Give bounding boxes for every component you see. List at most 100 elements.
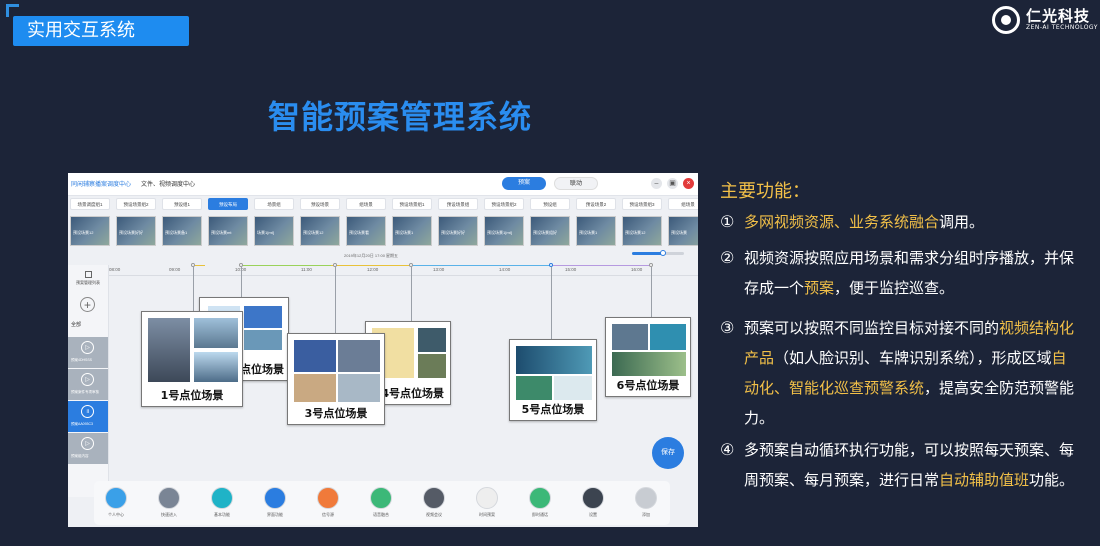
- scene-card-6[interactable]: 6号点位场景: [605, 317, 691, 397]
- filter-all[interactable]: 全部: [71, 321, 81, 328]
- time-tick: 09:00: [169, 267, 181, 272]
- scene-tab[interactable]: 预设组1: [162, 198, 202, 210]
- dock-label: 基本功能: [214, 512, 230, 517]
- thumbnail-label: 预设场景12: [625, 230, 646, 235]
- plan-name: 预案组内容: [71, 454, 89, 458]
- thumbnail-label: 预设场景mt: [211, 230, 232, 235]
- dock-item[interactable]: 语音融合: [361, 484, 401, 522]
- dock-label: 个人中心: [108, 512, 124, 517]
- plan-tab[interactable]: 预案: [502, 177, 546, 190]
- dock-item[interactable]: 视频会议: [414, 484, 454, 522]
- dock-item[interactable]: 即时通话: [520, 484, 560, 522]
- play-icon[interactable]: ▷: [81, 437, 94, 450]
- scene-image: [516, 346, 592, 374]
- compass-icon: [158, 487, 180, 509]
- scene-thumbnail[interactable]: 预设场景1: [392, 216, 432, 246]
- scene-thumbnail[interactable]: 预设场景: [668, 216, 698, 246]
- scene-card-1[interactable]: 1号点位场景: [141, 311, 243, 407]
- time-tick: 15:00: [565, 267, 577, 272]
- scene-tab[interactable]: 预设布局: [208, 198, 248, 210]
- scene-image: [194, 318, 238, 348]
- feature-text: 多网视频资源、业务系统融合调用。: [744, 207, 1080, 237]
- restore-icon[interactable]: ▣: [667, 178, 678, 189]
- highlight-text: 多网视频资源、业务系统融合: [744, 213, 940, 231]
- scene-tab[interactable]: 预设场景2: [576, 198, 616, 210]
- dock-label: 添加: [642, 512, 650, 517]
- plan-list-item[interactable]: ॥ 预案AA093C3: [68, 401, 108, 432]
- dock-item[interactable]: 快速进入: [149, 484, 189, 522]
- linkage-tab[interactable]: 联动: [554, 177, 598, 190]
- plan-list-item[interactable]: ▷ 预案组内容: [68, 433, 108, 464]
- thumbnail-label: 预设场景好好: [119, 230, 143, 235]
- pause-icon[interactable]: ॥: [81, 405, 94, 418]
- dock-item[interactable]: 基本功能: [202, 484, 242, 522]
- scene-tab[interactable]: 预设场景: [300, 198, 340, 210]
- scene-thumbnail[interactable]: 预设场景组好: [530, 216, 570, 246]
- plan-list-header[interactable]: 预案管理列表: [68, 265, 108, 293]
- plan-name: 预案案件专项审核: [71, 390, 99, 394]
- plan-list-item[interactable]: ▷ 预案案件专项审核: [68, 369, 108, 400]
- scene-thumbnail[interactable]: 预设场景备1: [162, 216, 202, 246]
- scene-tab[interactable]: 预设场景组: [438, 198, 478, 210]
- clock-icon: [476, 487, 498, 509]
- minimize-icon[interactable]: –: [651, 178, 662, 189]
- scene-thumbnail[interactable]: 预设场景12: [300, 216, 340, 246]
- scene-tab[interactable]: 预设场景组1: [392, 198, 432, 210]
- dock-item[interactable]: 界面功能: [255, 484, 295, 522]
- plan-name: 预案4DHSSS: [71, 358, 93, 362]
- gear-icon: [582, 487, 604, 509]
- zoom-slider[interactable]: [632, 250, 684, 256]
- scene-card-5[interactable]: 5号点位场景: [509, 339, 597, 421]
- plan-list-item[interactable]: ▷ 预案4DHSSS: [68, 337, 108, 368]
- body-text: 预案可以按照不同监控目标对接不同的: [744, 319, 1000, 337]
- layout-icon: [264, 487, 286, 509]
- scene-tab[interactable]: 预设场景组2: [484, 198, 524, 210]
- date-time: 2019年12月20日 17:00 星期五: [344, 253, 399, 258]
- scene-image: [294, 374, 336, 402]
- save-button[interactable]: 保存: [652, 437, 684, 469]
- dock-item[interactable]: 个人中心: [96, 484, 136, 522]
- add-icon: [635, 487, 657, 509]
- ruler-segment: [551, 265, 651, 266]
- time-tick: 08:00: [109, 267, 121, 272]
- scene-tab[interactable]: 组场景: [668, 198, 698, 210]
- scene-tab[interactable]: 预设场景组2: [116, 198, 156, 210]
- connector-line: [411, 267, 412, 327]
- time-tick: 14:00: [499, 267, 511, 272]
- scene-thumbnail[interactable]: 预设场景1: [576, 216, 616, 246]
- dock-item[interactable]: 添加: [626, 484, 666, 522]
- scene-thumbnail[interactable]: 预设场景mt: [208, 216, 248, 246]
- scene-thumbnail[interactable]: 预设场景12: [70, 216, 110, 246]
- add-plan-icon[interactable]: +: [80, 297, 95, 312]
- scene-thumbnail[interactable]: 预设场景好好: [116, 216, 156, 246]
- scene-thumbnail[interactable]: 预设场景好好: [438, 216, 478, 246]
- dock-item[interactable]: 设置: [573, 484, 613, 522]
- feature-text: 视频资源按照应用场景和需求分组时序播放，并保存成一个预案，便于监控巡查。: [744, 243, 1080, 303]
- scene-thumbnail[interactable]: 预设场景12: [622, 216, 662, 246]
- scene-image: [612, 324, 648, 350]
- scene-tab[interactable]: 组场景: [346, 198, 386, 210]
- app-title-bar: 同闲辅察播案调度中心 文件、视频调度中心 预案 联动 – ▣ ×: [68, 173, 698, 196]
- dock-item[interactable]: 信号源: [308, 484, 348, 522]
- dock-item[interactable]: 时间预案: [467, 484, 507, 522]
- scene-tab[interactable]: 预设场景组3: [622, 198, 662, 210]
- scene-thumbnail[interactable]: 预设场景1[mt]: [484, 216, 524, 246]
- scene-tab[interactable]: 场景组: [254, 198, 294, 210]
- play-icon[interactable]: ▷: [81, 341, 94, 354]
- thumbnail-label: 预设场景备1: [165, 230, 188, 235]
- thumbnail-label: 预设场景好好: [441, 230, 465, 235]
- scene-tab[interactable]: 预设组: [530, 198, 570, 210]
- close-icon[interactable]: ×: [683, 178, 694, 189]
- scene-tab[interactable]: 场景调度组1: [70, 198, 110, 210]
- scene-thumbnail[interactable]: 场景1[mt]: [254, 216, 294, 246]
- plan-name: 预案AA093C3: [71, 422, 93, 426]
- scene-card-3[interactable]: 3号点位场景: [287, 333, 385, 425]
- scene-image: [244, 306, 282, 328]
- scene-thumbnail[interactable]: 预设场景看: [346, 216, 386, 246]
- slider-handle[interactable]: [660, 250, 667, 256]
- play-icon[interactable]: ▷: [81, 373, 94, 386]
- scene-caption: 6号点位场景: [616, 379, 680, 392]
- app-menu[interactable]: 文件、视频调度中心: [141, 179, 195, 188]
- scene-image: [338, 340, 380, 372]
- scene-image: [650, 324, 686, 350]
